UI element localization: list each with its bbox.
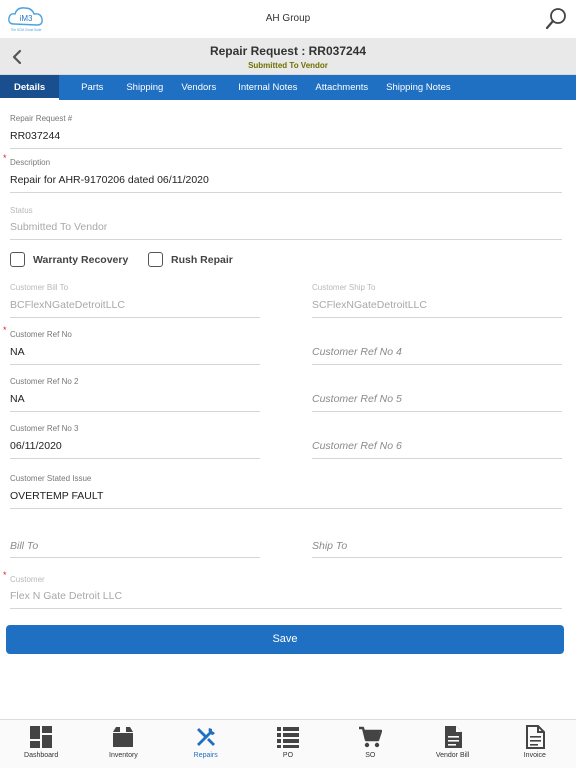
tab-shipping[interactable]: Shipping xyxy=(117,75,172,100)
customer-bill-to-label: Customer Bill To xyxy=(10,283,69,292)
nav-dashboard-label: Dashboard xyxy=(24,752,59,759)
customer-ref-no-4-field[interactable]: Customer Ref No 4 xyxy=(312,326,562,365)
bill-to-field[interactable]: Bill To xyxy=(10,520,260,558)
customer-ref-no-6-field[interactable]: Customer Ref No 6 xyxy=(312,420,562,459)
customer-ref-no-value: NA xyxy=(10,346,25,358)
customer-ref-no-5-field[interactable]: Customer Ref No 5 xyxy=(312,373,562,412)
customer-bill-to-value: BCFlexNGateDetroitLLC xyxy=(10,299,125,311)
tab-parts[interactable]: Parts xyxy=(59,75,117,100)
nav-po-label: PO xyxy=(282,752,294,759)
tab-shipping-notes[interactable]: Shipping Notes xyxy=(377,75,459,100)
customer-label: Customer xyxy=(10,575,45,584)
status-value: Submitted To Vendor xyxy=(10,221,108,233)
invoice-icon xyxy=(525,725,545,749)
save-button[interactable]: Save xyxy=(6,625,564,654)
warranty-recovery-label: Warranty Recovery xyxy=(33,253,129,266)
customer-ref-no-4-placeholder: Customer Ref No 4 xyxy=(312,346,402,358)
top-bar: iM3 The SCM Cloud Suite AH Group xyxy=(0,0,576,38)
rush-repair-checkbox[interactable]: Rush Repair xyxy=(148,252,233,267)
nav-inventory[interactable]: Inventory xyxy=(82,720,164,768)
warranty-recovery-checkbox[interactable]: Warranty Recovery xyxy=(10,252,128,267)
nav-invoice[interactable]: Invoice xyxy=(494,720,576,768)
required-marker: * xyxy=(3,570,7,580)
nav-vendor-bill[interactable]: Vendor Bill xyxy=(411,720,493,768)
customer-ref-no-field[interactable]: * Customer Ref No NA xyxy=(3,325,260,365)
repair-request-number-label: Repair Request # xyxy=(10,114,73,123)
tab-bar: Details Parts Shipping Vendors Internal … xyxy=(0,75,576,100)
dashboard-icon xyxy=(30,726,53,748)
nav-so[interactable]: SO xyxy=(329,720,411,768)
repair-request-number-field[interactable]: Repair Request # RR037244 xyxy=(10,110,562,149)
customer-ref-no-2-value: NA xyxy=(10,393,25,405)
description-label: Description xyxy=(10,158,51,167)
customer-stated-issue-field[interactable]: Customer Stated Issue OVERTEMP FAULT xyxy=(10,470,562,509)
description-value: Repair for AHR-9170206 dated 06/11/2020 xyxy=(10,174,209,186)
document-icon xyxy=(444,726,462,748)
customer-value: Flex N Gate Detroit LLC xyxy=(10,590,123,602)
required-marker: * xyxy=(3,325,7,335)
nav-dashboard[interactable]: Dashboard xyxy=(0,720,82,768)
rush-repair-label: Rush Repair xyxy=(171,253,233,266)
repair-request-number-value: RR037244 xyxy=(10,130,61,142)
cart-icon xyxy=(359,726,383,748)
nav-so-label: SO xyxy=(365,752,376,759)
nav-po[interactable]: PO xyxy=(247,720,329,768)
nav-invoice-label: Invoice xyxy=(523,752,546,759)
customer-ship-to-value: SCFlexNGateDetroitLLC xyxy=(312,299,427,311)
tab-attachments[interactable]: Attachments xyxy=(306,75,377,100)
record-header: Repair Request : RR037244 Submitted To V… xyxy=(0,38,576,75)
customer-ref-no-3-value: 06/11/2020 xyxy=(10,440,62,452)
search-icon[interactable] xyxy=(544,7,568,31)
customer-ref-no-label: Customer Ref No xyxy=(10,330,72,339)
tab-details[interactable]: Details xyxy=(0,75,60,100)
company-name: AH Group xyxy=(265,13,311,24)
tab-vendors[interactable]: Vendors xyxy=(172,75,225,100)
tools-icon xyxy=(196,728,215,746)
customer-ref-no-2-label: Customer Ref No 2 xyxy=(10,377,79,386)
customer-ref-no-3-field[interactable]: Customer Ref No 3 06/11/2020 xyxy=(10,420,260,459)
required-marker: * xyxy=(3,153,7,163)
warranty-recovery-box[interactable] xyxy=(10,252,25,267)
ship-to-field[interactable]: Ship To xyxy=(312,520,562,558)
box-icon xyxy=(113,727,134,747)
description-field[interactable]: * Description Repair for AHR-9170206 dat… xyxy=(3,153,562,193)
nav-inventory-label: Inventory xyxy=(109,752,138,759)
status-label: Status xyxy=(10,206,33,215)
nav-repairs-label: Repairs xyxy=(193,752,218,759)
customer-ship-to-field: Customer Ship To SCFlexNGateDetroitLLC xyxy=(312,279,562,318)
customer-bill-to-field: Customer Bill To BCFlexNGateDetroitLLC xyxy=(10,279,260,318)
page-title: Repair Request : RR037244 xyxy=(209,44,367,58)
bottom-navigation: Dashboard Inventory Repairs PO SO Vendor… xyxy=(0,719,576,768)
svg-text:The SCM Cloud Suite: The SCM Cloud Suite xyxy=(11,28,42,32)
list-icon xyxy=(276,727,299,748)
customer-ref-no-6-placeholder: Customer Ref No 6 xyxy=(312,440,402,452)
tab-internal-notes[interactable]: Internal Notes xyxy=(225,75,306,100)
customer-ref-no-2-field[interactable]: Customer Ref No 2 NA xyxy=(10,373,260,412)
customer-ref-no-3-label: Customer Ref No 3 xyxy=(10,424,79,433)
nav-repairs[interactable]: Repairs xyxy=(165,720,247,768)
customer-stated-issue-label: Customer Stated Issue xyxy=(10,474,92,483)
customer-ref-no-5-placeholder: Customer Ref No 5 xyxy=(312,393,402,405)
nav-vendor-bill-label: Vendor Bill xyxy=(435,752,470,759)
customer-field: * Customer Flex N Gate Detroit LLC xyxy=(3,570,562,609)
customer-stated-issue-value: OVERTEMP FAULT xyxy=(10,490,104,502)
rush-repair-box[interactable] xyxy=(148,252,163,267)
status-subtitle: Submitted To Vendor xyxy=(248,61,328,70)
status-field: Status Submitted To Vendor xyxy=(10,202,562,240)
customer-ship-to-label: Customer Ship To xyxy=(312,283,376,292)
bill-to-placeholder: Bill To xyxy=(10,540,39,552)
ship-to-placeholder: Ship To xyxy=(312,540,348,552)
